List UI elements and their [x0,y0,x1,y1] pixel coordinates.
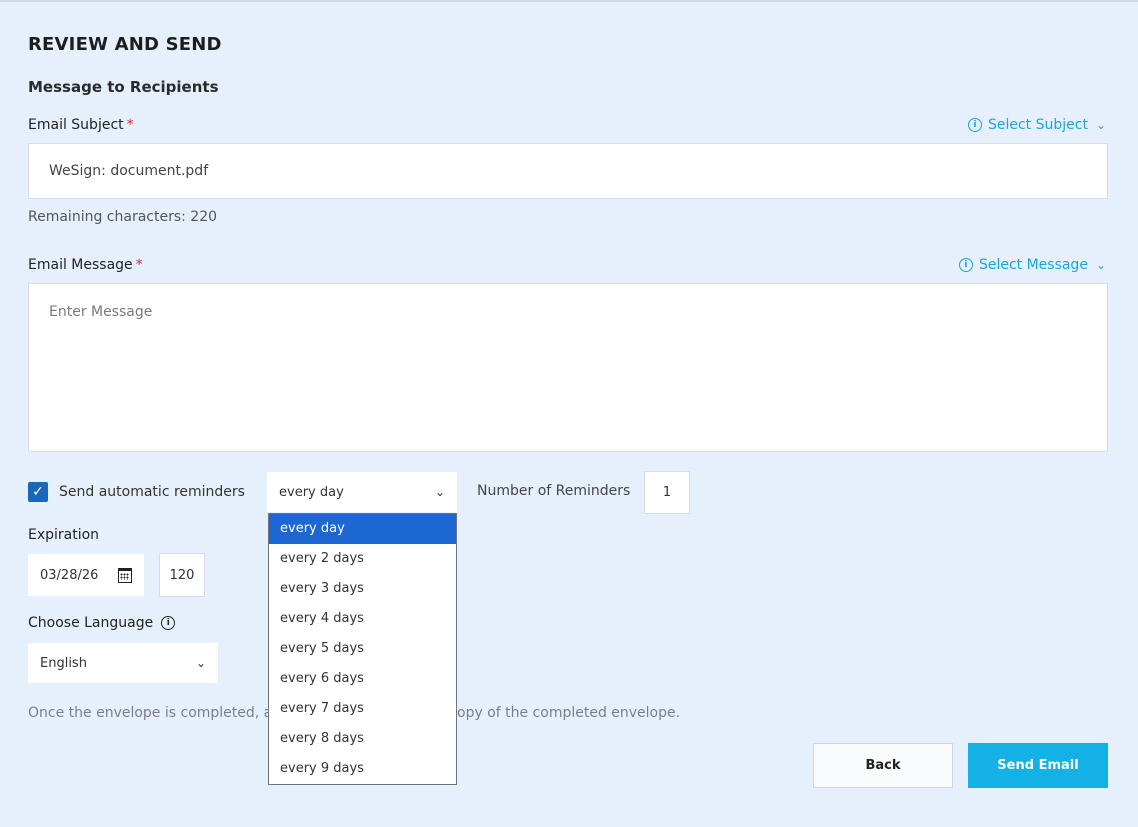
expiration-days-input[interactable]: 120 [159,553,205,597]
expiration-label: Expiration [28,527,100,543]
dropdown-option[interactable]: every 8 days [269,724,456,754]
completion-note-left: Once the envelope is completed, a [28,705,273,721]
reminder-frequency-value: every day [279,484,344,500]
info-icon[interactable]: i [161,616,176,630]
expiration-date-input[interactable]: 03/28/26 [28,554,144,596]
dropdown-option[interactable]: every 5 days [269,634,456,664]
email-subject-value: WeSign: document.pdf [49,163,209,179]
page-title: REVIEW AND SEND [28,34,222,55]
remaining-characters: Remaining characters: 220 [28,209,218,225]
chevron-down-icon: ⌄ [1095,118,1106,132]
dropdown-option[interactable]: every 4 days [269,604,456,634]
language-value: English [40,655,87,671]
dropdown-option[interactable]: every day [269,514,456,544]
email-message-label-text: Email Message [28,257,133,273]
required-mark: * [135,257,143,273]
dropdown-option[interactable]: every 6 days [269,664,456,694]
email-subject-label-text: Email Subject [28,117,124,133]
back-button[interactable]: Back [813,743,953,788]
expiration-date-value: 03/28/26 [40,567,99,583]
completion-note-right: opy of the completed envelope. [457,705,681,721]
select-subject-label: Select Subject [987,117,1088,133]
email-subject-input[interactable]: WeSign: document.pdf [28,143,1108,199]
chevron-down-icon: ⌄ [1095,258,1106,272]
language-select[interactable]: English ⌄ [28,643,218,683]
reminder-frequency-dropdown: every day every 2 days every 3 days ever… [268,513,457,785]
email-message-textarea[interactable]: Enter Message [28,283,1108,452]
chevron-down-icon: ⌄ [195,656,206,670]
info-icon: i [958,258,973,272]
select-subject-link[interactable]: i Select Subject ⌄ [967,117,1106,133]
email-message-label: Email Message * [28,257,143,273]
reminders-label: Send automatic reminders [59,484,245,500]
dropdown-option[interactable]: every 7 days [269,694,456,724]
chevron-down-icon: ⌄ [434,485,445,499]
email-message-placeholder: Enter Message [49,304,153,320]
send-email-button[interactable]: Send Email [968,743,1108,788]
choose-language-label: Choose Language i [28,615,176,631]
info-icon: i [967,118,982,132]
completion-note: Once the envelope is completed, a [28,705,272,721]
calendar-icon[interactable] [118,567,132,583]
select-message-label: Select Message [978,257,1088,273]
dropdown-option[interactable]: every 3 days [269,574,456,604]
dropdown-option[interactable]: every 9 days [269,754,456,784]
number-of-reminders-value: 1 [662,485,672,500]
email-subject-label: Email Subject * [28,117,134,133]
section-title: Message to Recipients [28,78,219,96]
select-message-link[interactable]: i Select Message ⌄ [958,257,1106,273]
expiration-days-value: 120 [169,567,195,583]
required-mark: * [126,117,134,133]
completion-note-tail: opy of the completed envelope. [457,705,680,721]
reminder-frequency-select[interactable]: every day ⌄ [267,472,457,512]
choose-language-text: Choose Language [28,615,154,631]
number-of-reminders-label: Number of Reminders [477,483,631,499]
top-border [0,0,1138,2]
number-of-reminders-input[interactable]: 1 [644,471,690,514]
reminders-checkbox[interactable]: ✓ [28,482,48,502]
dropdown-option[interactable]: every 2 days [269,544,456,574]
